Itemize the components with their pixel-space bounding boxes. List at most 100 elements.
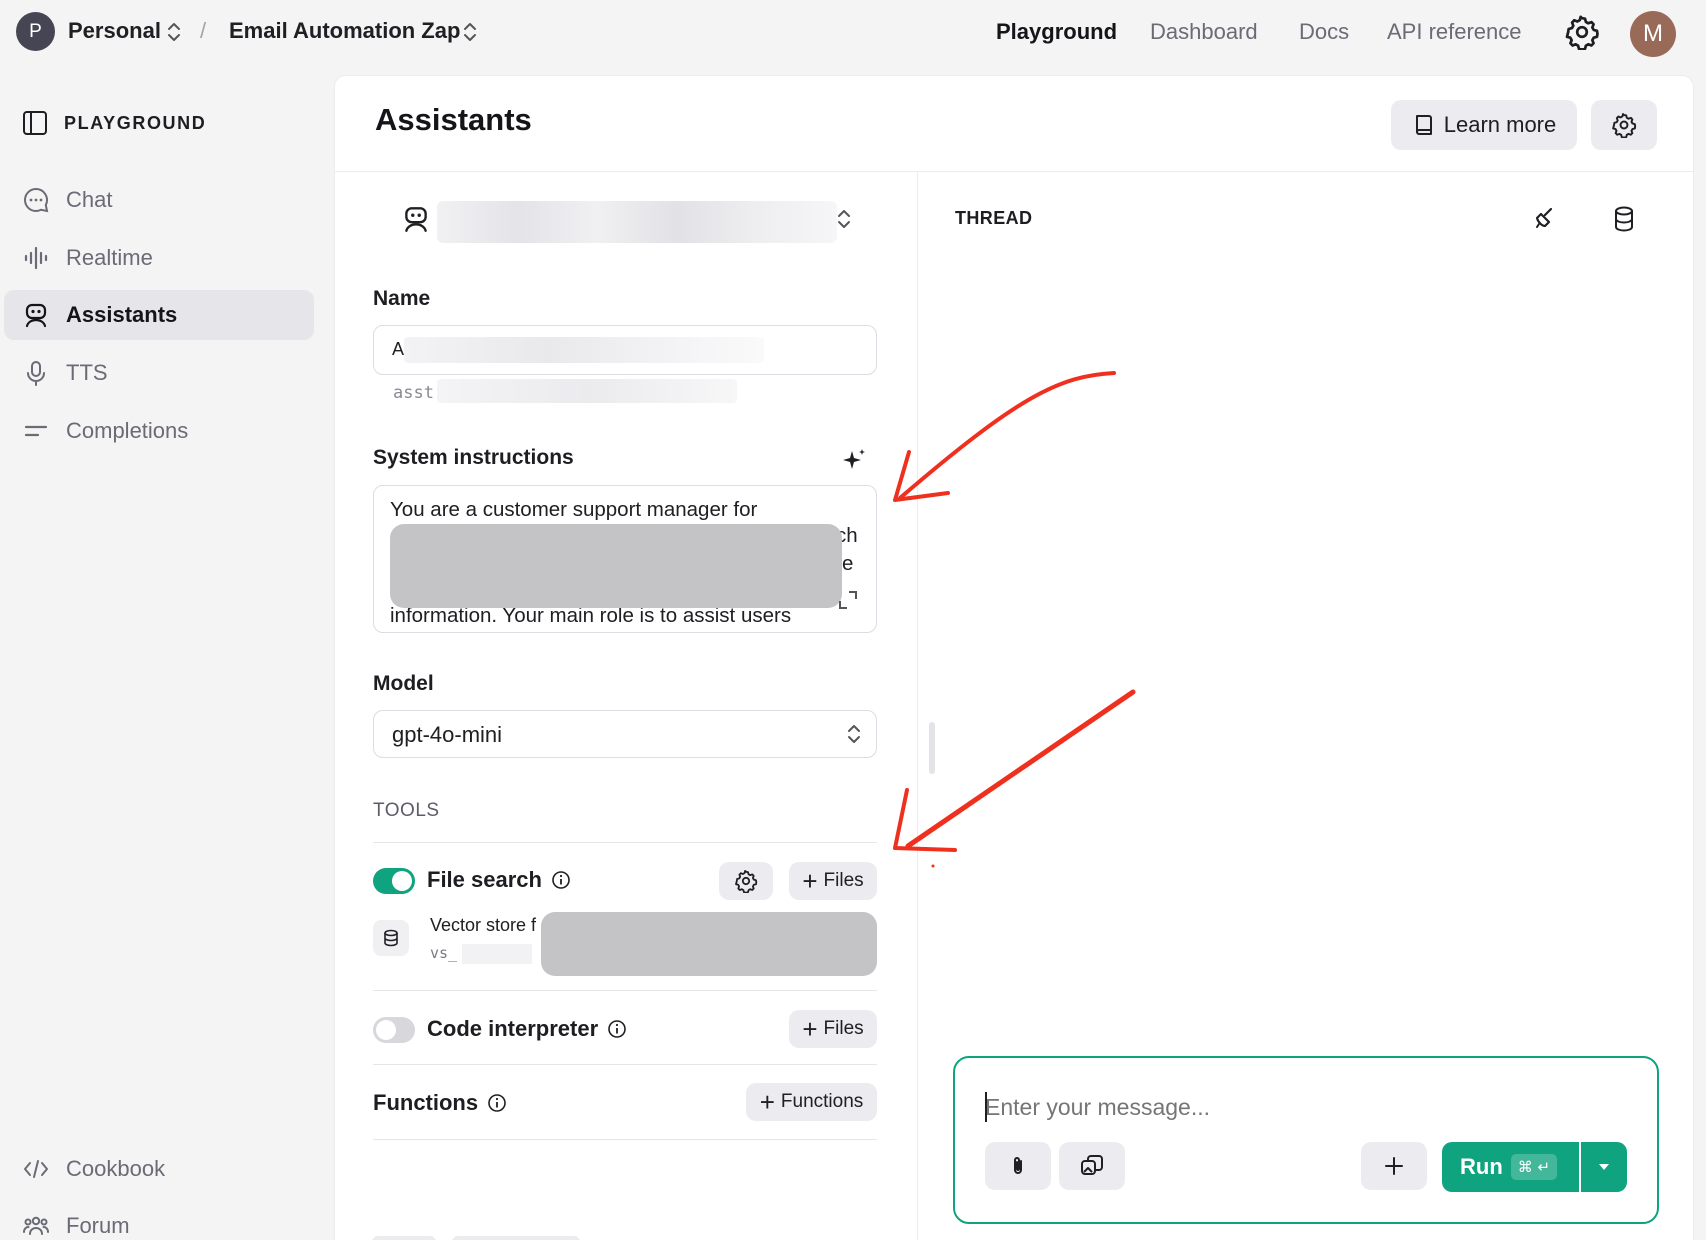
- text-caret: [985, 1092, 987, 1122]
- resize-handle[interactable]: [929, 722, 935, 774]
- code-interpreter-toggle[interactable]: [373, 1017, 415, 1043]
- model-select[interactable]: gpt-4o-mini: [373, 710, 877, 758]
- name-label: Name: [373, 287, 431, 310]
- add-function-button[interactable]: + Functions: [746, 1083, 877, 1121]
- sidebar-item-realtime[interactable]: Realtime: [4, 233, 314, 283]
- waveform-icon: [24, 246, 48, 270]
- blurred-vector-store-id: [462, 944, 532, 964]
- sidebar-item-label: Forum: [66, 1213, 130, 1238]
- sidebar-item-tts[interactable]: TTS: [4, 348, 314, 398]
- learn-more-button[interactable]: Learn more: [1391, 100, 1577, 150]
- info-icon[interactable]: [551, 870, 571, 890]
- sidebar-item-chat[interactable]: Chat: [4, 175, 314, 225]
- file-search-settings-button[interactable]: [719, 862, 773, 900]
- run-shortcut: ⌘ ↵: [1510, 1154, 1558, 1180]
- robot-icon: [25, 303, 47, 328]
- vector-store-icon: [373, 920, 409, 956]
- nav-api-reference[interactable]: API reference: [1387, 19, 1522, 45]
- chevron-updown-icon[interactable]: [461, 19, 479, 45]
- chevron-updown-icon[interactable]: [835, 206, 853, 232]
- redaction-block: [541, 912, 877, 976]
- message-input[interactable]: [985, 1094, 1585, 1121]
- plus-icon: +: [802, 866, 818, 896]
- divider: [373, 990, 877, 991]
- model-value: gpt-4o-mini: [392, 722, 503, 747]
- user-avatar[interactable]: M: [1630, 11, 1676, 57]
- divider: [373, 842, 877, 843]
- system-instructions-textarea[interactable]: You are a customer support manager for c…: [373, 485, 877, 633]
- run-label: Run: [1460, 1154, 1503, 1179]
- database-icon[interactable]: [1609, 204, 1639, 234]
- org-avatar[interactable]: P: [16, 12, 55, 51]
- functions-label: Functions: [373, 1090, 507, 1116]
- attach-button[interactable]: [985, 1142, 1051, 1190]
- model-label: Model: [373, 672, 434, 695]
- plus-icon: [1385, 1157, 1403, 1175]
- page-title: Assistants: [375, 102, 532, 137]
- nav-playground[interactable]: Playground: [996, 19, 1117, 45]
- run-options-button[interactable]: [1581, 1142, 1627, 1192]
- partially-visible-button[interactable]: [452, 1236, 580, 1240]
- blurred-assistant-id: [437, 379, 737, 403]
- caret-down-icon: [1599, 1164, 1609, 1170]
- code-interpreter-label: Code interpreter: [427, 1016, 627, 1042]
- chevron-updown-icon: [848, 725, 860, 743]
- vector-store-name[interactable]: Vector store f: [430, 915, 536, 936]
- assistant-id: asst: [393, 383, 434, 403]
- system-instructions-label: System instructions: [373, 446, 574, 469]
- expand-icon[interactable]: [837, 589, 859, 611]
- clear-thread-icon[interactable]: [1529, 204, 1559, 234]
- image-upload-button[interactable]: [1059, 1142, 1125, 1190]
- assistants-panel: Assistants Learn more Name A asst System…: [334, 75, 1694, 1240]
- sparkle-icon[interactable]: [839, 446, 869, 476]
- info-icon[interactable]: [487, 1093, 507, 1113]
- file-search-label: File search: [427, 867, 571, 893]
- blurred-name: [404, 337, 764, 363]
- sidebar-item-label: TTS: [66, 360, 108, 385]
- code-icon: [24, 1160, 48, 1178]
- redaction-block: [390, 524, 842, 608]
- sidebar-item-completions[interactable]: Completions: [4, 406, 314, 456]
- code-interpreter-files-button[interactable]: + Files: [789, 1010, 877, 1048]
- nav-docs[interactable]: Docs: [1299, 19, 1349, 45]
- partially-visible-button[interactable]: [372, 1236, 436, 1240]
- thread-label: THREAD: [955, 208, 1033, 228]
- org-switcher[interactable]: Personal: [68, 18, 161, 44]
- project-switcher[interactable]: Email Automation Zap: [229, 18, 460, 44]
- sidebar-item-label: Chat: [66, 187, 113, 212]
- people-icon: [23, 1216, 49, 1235]
- run-button[interactable]: Run ⌘ ↵: [1442, 1142, 1579, 1192]
- lines-icon: [24, 425, 48, 437]
- divider: [373, 1139, 877, 1140]
- gear-icon: [1612, 113, 1637, 138]
- chevron-updown-icon[interactable]: [165, 19, 183, 45]
- column-divider: [917, 172, 918, 1240]
- assistant-settings-button[interactable]: [1591, 100, 1657, 150]
- file-search-files-button[interactable]: + Files: [789, 862, 877, 900]
- nav-dashboard[interactable]: Dashboard: [1150, 19, 1258, 45]
- info-icon[interactable]: [607, 1019, 627, 1039]
- sidebar-item-assistants[interactable]: Assistants: [4, 290, 314, 340]
- paperclip-icon: [1014, 1157, 1022, 1174]
- assistant-selector[interactable]: [437, 201, 837, 243]
- sidebar-toggle-icon[interactable]: [22, 110, 48, 136]
- sidebar-item-label: Realtime: [66, 245, 153, 270]
- book-icon: [1415, 115, 1432, 135]
- chat-bubble-icon: [24, 187, 49, 213]
- tools-label: TOOLS: [373, 800, 440, 821]
- images-icon: [1081, 1155, 1103, 1175]
- sidebar-item-forum[interactable]: Forum: [4, 1201, 314, 1240]
- gear-icon: [735, 870, 758, 893]
- settings-gear-icon[interactable]: [1564, 14, 1600, 50]
- plus-icon: +: [759, 1087, 775, 1117]
- instructions-line-1: You are a customer support manager for: [390, 498, 758, 521]
- message-composer: Run ⌘ ↵: [953, 1056, 1659, 1224]
- breadcrumb-separator: /: [200, 18, 207, 43]
- vector-store-id: vs_: [430, 944, 458, 962]
- add-message-button[interactable]: [1361, 1142, 1427, 1190]
- file-search-toggle[interactable]: [373, 868, 415, 894]
- sidebar-header: PLAYGROUND: [22, 110, 206, 136]
- name-input[interactable]: A: [373, 325, 877, 375]
- sidebar-item-label: Cookbook: [66, 1156, 166, 1181]
- sidebar-item-cookbook[interactable]: Cookbook: [4, 1144, 314, 1194]
